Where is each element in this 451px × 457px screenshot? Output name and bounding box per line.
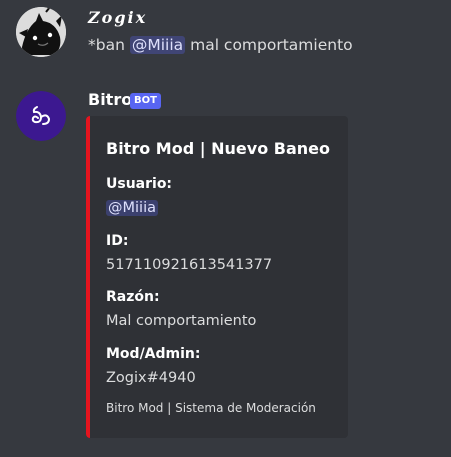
bot-badge: BOT xyxy=(130,93,161,109)
message-zogix: Zogix *ban @Miiia mal comportamiento xyxy=(0,0,451,78)
bitro-logo-icon xyxy=(16,91,66,141)
field-value-id: 517110921613541377 xyxy=(106,257,273,273)
chat-area: Zogix *ban @Miiia mal comportamiento Bit… xyxy=(0,0,451,457)
message-bitro: Bitro BOT Bitro Mod | Nuevo Baneo Usuari… xyxy=(0,78,451,457)
field-value-mod-admin: Zogix#4940 xyxy=(106,370,196,386)
bitro-avatar[interactable] xyxy=(16,91,66,141)
username-bitro[interactable]: Bitro xyxy=(88,90,132,109)
user-mention[interactable]: @Miiia xyxy=(106,200,158,216)
field-name-mod-admin: Mod/Admin: xyxy=(106,346,201,362)
command-text: *ban xyxy=(88,36,125,54)
username-zogix[interactable]: Zogix xyxy=(88,8,147,27)
message-content: *ban @Miiia mal comportamiento xyxy=(88,36,353,54)
field-name-id: ID: xyxy=(106,233,129,249)
field-name-usuario: Usuario: xyxy=(106,176,173,192)
zogix-avatar[interactable] xyxy=(16,7,66,57)
black-creature-icon xyxy=(16,7,66,57)
field-name-razon: Razón: xyxy=(106,289,160,305)
reason-text: mal comportamiento xyxy=(190,36,353,54)
field-value-usuario: @Miiia xyxy=(106,200,158,216)
embed-title: Bitro Mod | Nuevo Baneo xyxy=(106,139,330,158)
ban-embed: Bitro Mod | Nuevo Baneo Usuario: @Miiia … xyxy=(86,116,348,438)
field-value-razon: Mal comportamiento xyxy=(106,313,257,329)
embed-accent-bar xyxy=(86,116,90,438)
user-mention[interactable]: @Miiia xyxy=(129,36,186,54)
embed-footer: Bitro Mod | Sistema de Moderación xyxy=(106,401,316,415)
